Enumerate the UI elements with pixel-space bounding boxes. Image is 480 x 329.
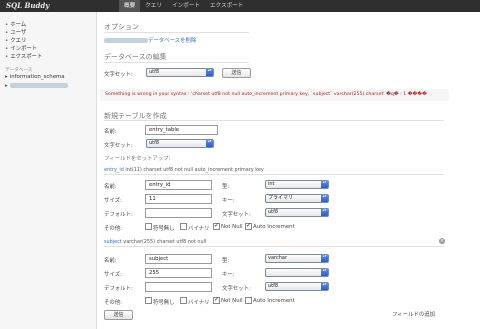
field-1-name-label: 名前:: [104, 184, 117, 190]
edit-db-charset-label: 文字セット:: [104, 72, 133, 78]
field-2-unsigned-checkbox[interactable]: [145, 297, 152, 304]
field-2-unsigned-label: 符号無し: [153, 300, 175, 306]
field-2-key-label: キー:: [222, 272, 235, 278]
drop-database-link[interactable]: データベースを削除: [104, 36, 196, 44]
field-2-summary: subject varchar(255) charset utf8 not nu…: [104, 239, 207, 245]
divider: [104, 246, 444, 247]
field-2-default-label: デフォルト:: [104, 286, 133, 292]
field-1-type-select[interactable]: int: [265, 180, 329, 189]
edit-db-charset-select[interactable]: utf8: [146, 68, 214, 77]
field-2-size-input[interactable]: 255: [145, 268, 212, 278]
select-arrow-icon: [321, 254, 328, 262]
create-table-submit-button[interactable]: 送信: [104, 310, 133, 320]
field-1-size-label: サイズ:: [104, 198, 122, 204]
options-title: オプション: [104, 23, 139, 31]
divider: [104, 120, 444, 121]
field-2-key-select[interactable]: [265, 268, 329, 277]
redacted-db-name: [104, 38, 148, 43]
select-arrow-icon: [321, 282, 328, 290]
main-content: オプション データベースを削除 データベースの編集 文字セット: utf8 送信…: [0, 0, 480, 329]
field-1-binary-checkbox[interactable]: [180, 223, 187, 230]
field-2-binary-label: バイナリ: [188, 300, 210, 306]
field-1-unsigned-checkbox[interactable]: [145, 223, 152, 230]
field-2-not-null-checkbox[interactable]: [213, 296, 220, 304]
field-1-not-null-label: Not Null: [221, 224, 243, 230]
field-1-type-label: 型:: [222, 184, 230, 190]
divider: [104, 174, 444, 175]
add-field-link[interactable]: フィールドの追加: [392, 310, 435, 318]
field-2-name-input[interactable]: subject: [145, 254, 212, 264]
field-1-unsigned-label: 符号無し: [153, 226, 175, 232]
field-2-binary-checkbox[interactable]: [180, 297, 187, 304]
select-arrow-icon: [321, 194, 328, 202]
field-2-default-input[interactable]: [145, 282, 212, 292]
select-arrow-icon: [321, 268, 328, 276]
edit-db-title: データベースの編集: [104, 53, 167, 61]
field-2-not-null-label: Not Null: [221, 298, 243, 304]
field-2-auto-increment-label: Auto Increment: [253, 298, 295, 304]
set-fields-label: フィールドをセットアップ:: [104, 156, 171, 162]
field-1-auto-increment-label: Auto Increment: [253, 224, 295, 230]
field-2-type-label: 型:: [222, 258, 230, 264]
field-1-not-null-checkbox[interactable]: [213, 222, 220, 230]
field-1-binary-label: バイナリ: [188, 226, 210, 232]
table-name-label: 名前:: [104, 129, 117, 135]
remove-field-icon[interactable]: ×: [439, 238, 445, 244]
field-1-default-label: デフォルト:: [104, 212, 133, 218]
field-1-key-select[interactable]: プライマリ: [265, 194, 329, 203]
field-1-summary: entry_id int(11) charset utf8 not null a…: [104, 167, 264, 173]
field-2-charset-label: 文字セット:: [222, 286, 251, 292]
select-arrow-icon: [321, 208, 328, 216]
divider: [104, 32, 249, 33]
field-2-auto-increment-checkbox[interactable]: [245, 297, 252, 304]
field-1-charset-label: 文字セット:: [222, 212, 251, 218]
field-1-size-input[interactable]: 11: [145, 194, 212, 204]
field-2-name-label: 名前:: [104, 258, 117, 264]
select-arrow-icon: [206, 68, 213, 76]
edit-db-submit-button[interactable]: 送信: [222, 68, 251, 78]
error-message: Something is wrong in your syntax : 'cha…: [100, 89, 449, 101]
field-2-other-label: その他:: [104, 300, 122, 306]
field-1-auto-increment-checkbox[interactable]: [245, 222, 252, 230]
field-1-name-input[interactable]: entry_id: [145, 180, 212, 190]
field-2-size-label: サイズ:: [104, 272, 122, 278]
table-charset-label: 文字セット:: [104, 143, 133, 149]
field-1-default-input[interactable]: [145, 208, 212, 218]
field-1-charset-select[interactable]: utf8: [265, 208, 329, 217]
table-name-input[interactable]: entry_table: [145, 125, 218, 135]
select-arrow-icon: [206, 139, 213, 147]
divider: [104, 62, 249, 63]
table-charset-select[interactable]: utf8: [146, 139, 214, 148]
select-arrow-icon: [321, 180, 328, 188]
field-1-other-label: その他:: [104, 226, 122, 232]
field-1-key-label: キー:: [222, 198, 235, 204]
field-2-charset-select[interactable]: utf8: [265, 282, 329, 291]
field-2-type-select[interactable]: varchar: [265, 254, 329, 263]
